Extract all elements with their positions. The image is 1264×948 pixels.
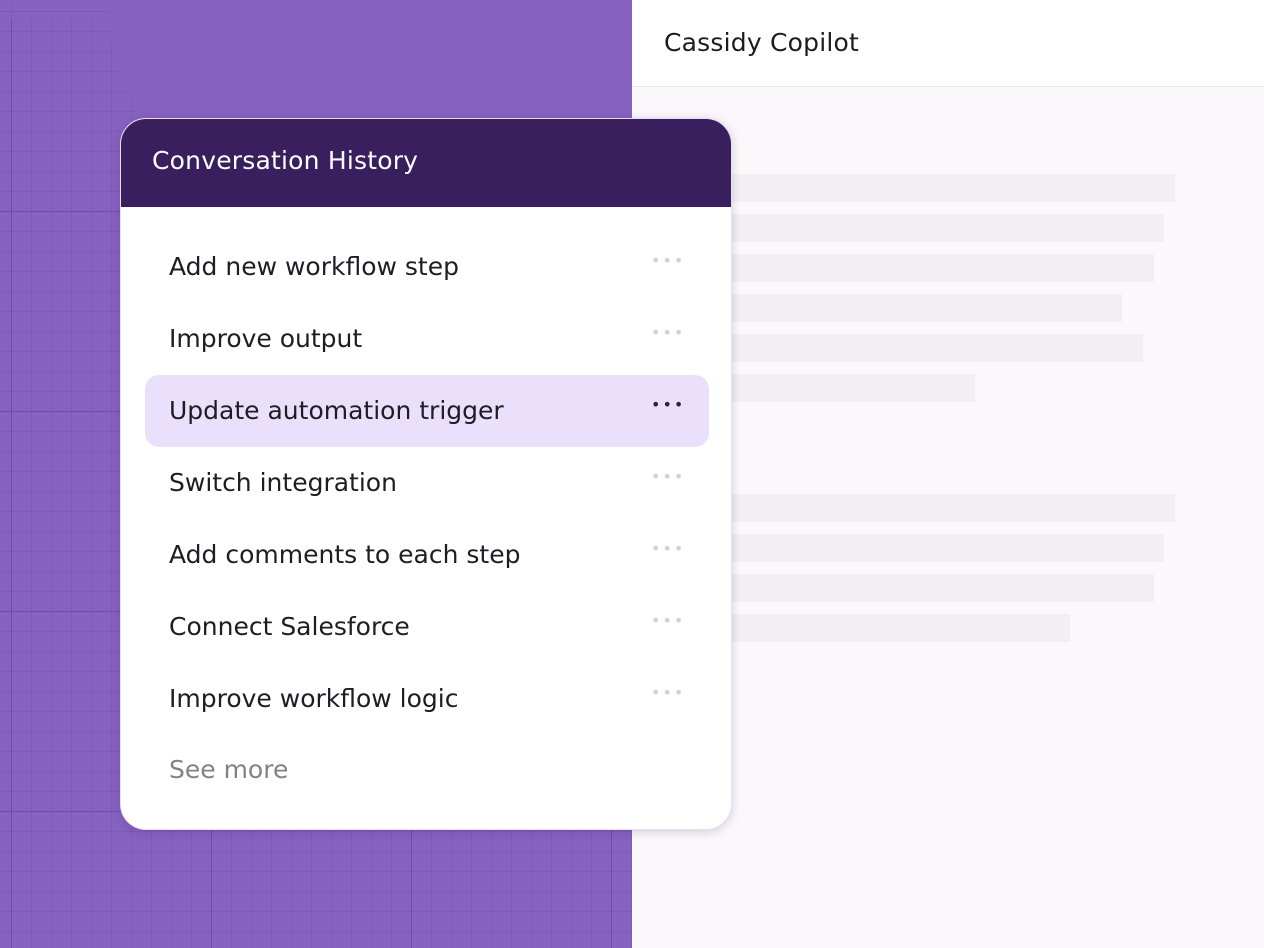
conversation-item-label: Improve output: [169, 324, 363, 353]
skeleton-line: [732, 334, 1143, 362]
card-header: Conversation History: [121, 119, 731, 207]
conversation-item[interactable]: Switch integration •••: [145, 447, 709, 519]
conversation-item-label: Add new workflow step: [169, 252, 459, 281]
conversation-item[interactable]: Add comments to each step •••: [145, 519, 709, 591]
ellipsis-icon[interactable]: •••: [651, 395, 683, 415]
copilot-header: Cassidy Copilot: [632, 0, 1264, 87]
conversation-item[interactable]: Add new workflow step •••: [145, 231, 709, 303]
ellipsis-icon[interactable]: •••: [651, 683, 683, 703]
skeleton-line: [732, 614, 1070, 642]
conversation-list: Add new workflow step ••• Improve output…: [145, 231, 709, 735]
skeleton-line: [732, 254, 1154, 282]
ellipsis-icon[interactable]: •••: [651, 251, 683, 271]
conversation-item[interactable]: Connect Salesforce •••: [145, 591, 709, 663]
ellipsis-icon[interactable]: •••: [651, 323, 683, 343]
ellipsis-icon[interactable]: •••: [651, 467, 683, 487]
skeleton-line: [732, 534, 1164, 562]
conversation-history-card: Conversation History Add new workflow st…: [120, 118, 732, 830]
conversation-item-label: Switch integration: [169, 468, 397, 497]
conversation-item-label: Add comments to each step: [169, 540, 521, 569]
conversation-item-label: Update automation trigger: [169, 396, 504, 425]
skeleton-line: [732, 374, 975, 402]
skeleton-line: [732, 174, 1175, 202]
conversation-item[interactable]: Improve output •••: [145, 303, 709, 375]
conversation-item[interactable]: Improve workflow logic •••: [145, 663, 709, 735]
conversation-item-label: Connect Salesforce: [169, 612, 410, 641]
skeleton-line: [732, 574, 1154, 602]
background-shape: [0, 0, 110, 20]
ellipsis-icon[interactable]: •••: [651, 539, 683, 559]
skeleton-line: [732, 214, 1164, 242]
ellipsis-icon[interactable]: •••: [651, 611, 683, 631]
conversation-item-label: Improve workflow logic: [169, 684, 459, 713]
conversation-item-active[interactable]: Update automation trigger •••: [145, 375, 709, 447]
card-title: Conversation History: [152, 146, 419, 175]
skeleton-line: [732, 294, 1122, 322]
skeleton-line: [732, 494, 1175, 522]
copilot-title: Cassidy Copilot: [664, 28, 859, 57]
see-more-link[interactable]: See more: [169, 755, 288, 784]
